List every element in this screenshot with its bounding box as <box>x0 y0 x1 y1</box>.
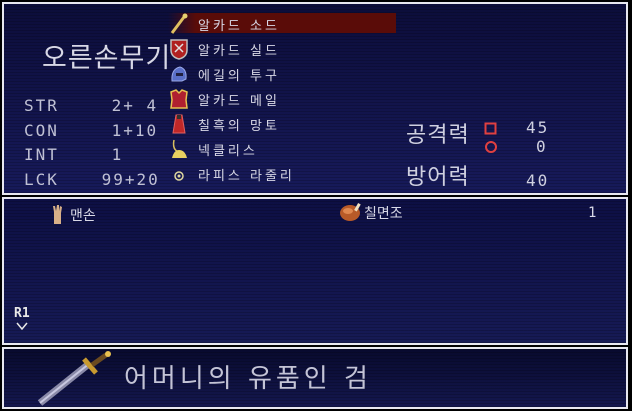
equip-item-shield[interactable]: 알카드 실드 <box>168 38 396 60</box>
stat-value: 99+20 <box>101 170 160 189</box>
equip-item-gem[interactable]: 라피스 라줄리 <box>168 163 396 184</box>
equip-item-armor[interactable]: 알카드 메일 <box>168 88 396 109</box>
attack-label: 공격력 <box>406 123 470 148</box>
defense-label: 방어력 <box>406 165 470 190</box>
equip-item-label: 알카드 실드 <box>198 44 280 59</box>
hand-icon <box>53 205 62 224</box>
stat-value: 2+ 4 <box>111 96 159 115</box>
slot-title: 오른손무기 <box>42 43 172 74</box>
inventory-item-label: 칠면조 <box>364 206 403 222</box>
equip-item-cloak[interactable]: 칠흑의 망토 <box>168 113 396 134</box>
equip-item-label: 알카드 소드 <box>198 19 280 34</box>
stat-int: INT 1 <box>24 145 123 164</box>
equip-item-label: 칠흑의 망토 <box>198 119 280 134</box>
attack-square-value: 45 <box>526 118 550 137</box>
r1-label: R1 <box>14 306 30 321</box>
stat-value: 1+10 <box>111 121 159 140</box>
equipment-panel: 오른손무기 STR 2+ 4 CON 1+10 INT 1 LCK 99+20 … <box>2 2 628 195</box>
helmet-icon <box>171 66 187 82</box>
inventory-item-label: 맨손 <box>70 208 96 224</box>
square-button-icon <box>484 122 497 135</box>
stat-name: CON <box>24 121 59 140</box>
circle-button-icon <box>485 141 497 153</box>
armor-icon <box>170 89 188 109</box>
r1-page-button[interactable]: R1 <box>14 306 30 330</box>
stat-name: STR <box>24 96 59 115</box>
stat-name: INT <box>24 145 59 164</box>
inventory-item-count: 1 <box>588 205 597 221</box>
necklace-icon <box>172 139 187 158</box>
sword-icon <box>170 13 188 34</box>
equip-item-label: 알카드 메일 <box>198 94 280 109</box>
stat-lck: LCK 99+20 <box>24 170 160 189</box>
cloak-icon <box>172 114 186 134</box>
defense-value: 40 <box>526 171 550 190</box>
sword-icon <box>37 351 111 406</box>
equip-item-label: 라피스 라줄리 <box>198 169 295 184</box>
chevron-down-icon <box>16 322 28 330</box>
turkey-icon <box>340 203 361 221</box>
gem-icon <box>174 171 184 181</box>
equip-item-label: 넥클리스 <box>198 144 258 159</box>
item-description: 어머니의 유품인 검 <box>124 364 372 394</box>
stat-value: 1 <box>111 145 124 164</box>
inventory-panel: 맨손 칠면조 1 <box>2 197 628 345</box>
stat-str: STR 2+ 4 <box>24 96 158 115</box>
equip-item-sword[interactable]: 알카드 소드 <box>168 13 396 34</box>
stat-name: LCK <box>24 170 59 189</box>
equip-item-helmet[interactable]: 에길의 투구 <box>168 63 396 84</box>
attack-circle-value: 0 <box>536 137 548 156</box>
shield-icon <box>170 39 188 60</box>
equip-item-label: 에길의 투구 <box>198 69 280 84</box>
stat-con: CON 1+10 <box>24 121 158 140</box>
equip-item-necklace[interactable]: 넥클리스 <box>168 138 396 159</box>
